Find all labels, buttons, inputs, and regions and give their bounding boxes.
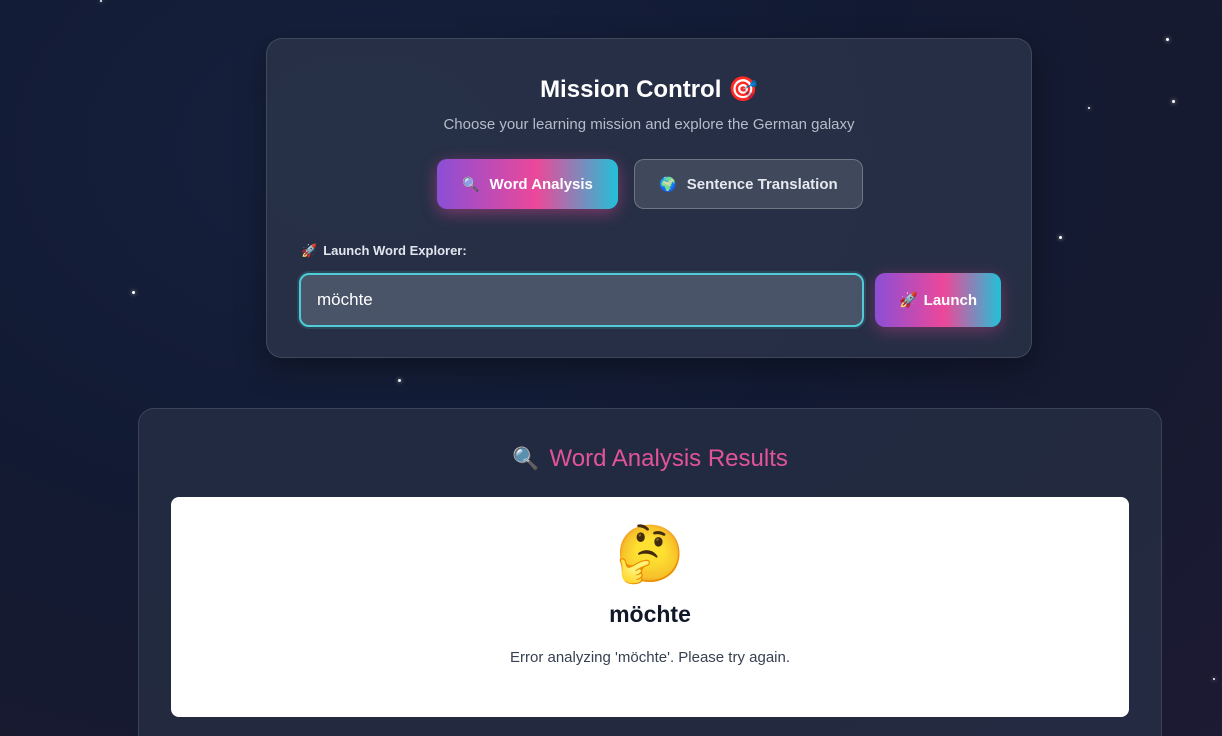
results-title: 🔍 Word Analysis Results (139, 445, 1161, 473)
star-decoration (1213, 678, 1215, 680)
star-decoration (1166, 38, 1169, 41)
star-decoration (1059, 236, 1062, 239)
tab-label: Sentence Translation (686, 175, 838, 193)
rocket-icon: 🚀 (301, 243, 318, 258)
word-input-label-text: Launch Word Explorer: (323, 243, 467, 258)
result-word: möchte (609, 601, 691, 627)
tab-label: Word Analysis (489, 175, 593, 193)
tab-word-analysis[interactable]: 🔍 Word Analysis (437, 159, 618, 209)
results-title-text: Word Analysis Results (549, 445, 788, 472)
rocket-icon: 🚀 (898, 292, 918, 309)
star-decoration (1172, 100, 1175, 103)
mission-title: Mission Control 🎯 (540, 76, 758, 103)
results-card: 🔍 Word Analysis Results 🤔 möchte Error a… (138, 408, 1162, 736)
globe-icon: 🌍 (659, 175, 677, 192)
star-decoration (100, 0, 102, 2)
mission-control-card: Mission Control 🎯 Choose your learning m… (266, 38, 1032, 358)
result-panel: 🤔 möchte Error analyzing 'möchte'. Pleas… (171, 497, 1129, 717)
mission-subtitle: Choose your learning mission and explore… (443, 116, 855, 133)
error-message: Error analyzing 'möchte'. Please try aga… (509, 649, 791, 666)
word-input-label: 🚀 Launch Word Explorer: (301, 243, 467, 259)
tab-sentence-translation[interactable]: 🌍 Sentence Translation (634, 159, 863, 209)
word-input[interactable] (299, 273, 864, 327)
launch-button-label: Launch (923, 291, 978, 309)
thinking-face-icon: 🤔 (615, 522, 685, 585)
star-decoration (1088, 107, 1090, 109)
magnifier-icon: 🔍 (512, 446, 540, 471)
star-decoration (398, 379, 401, 382)
star-decoration (132, 291, 135, 294)
magnifier-icon: 🔍 (462, 175, 480, 192)
launch-button[interactable]: 🚀 Launch (875, 273, 1001, 327)
